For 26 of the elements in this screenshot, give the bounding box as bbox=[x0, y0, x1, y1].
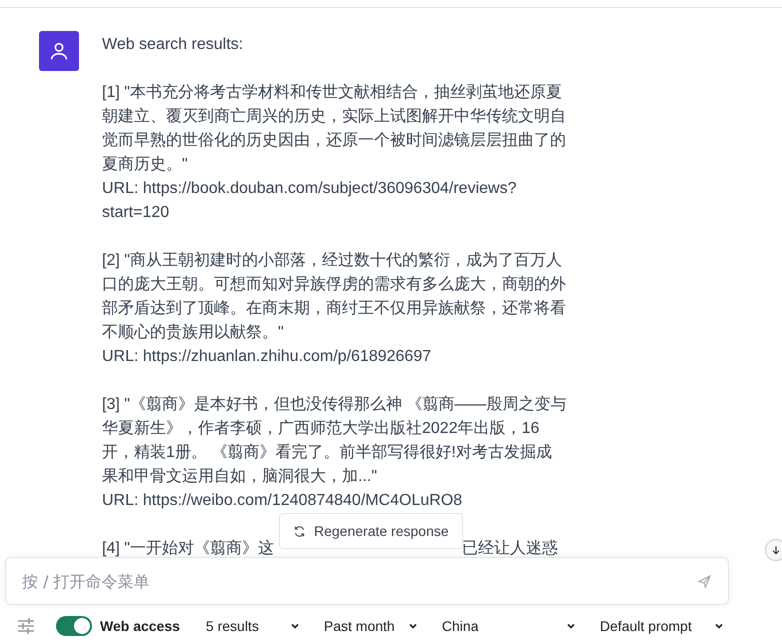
chevron-icon bbox=[408, 621, 418, 631]
dropdown[interactable]: China bbox=[442, 618, 582, 634]
result-quote: [2] "商从王朝初建时的小部落，经过数十代的繁衍，成为了百万人口的庞大王朝。可想而知对异族俘虏的需求有多么庞大，商朝的外部矛盾达到了顶峰。在商末期，商纣王不仅用异族献祭，还常将看不顺心的贵族用以献祭。" bbox=[102, 250, 567, 343]
scroll-down-button[interactable] bbox=[765, 539, 782, 561]
refresh-icon bbox=[293, 524, 306, 538]
web-access-label: Web access bbox=[100, 618, 180, 634]
result-quote: 已经让人迷惑 bbox=[462, 538, 559, 559]
result-url: URL: https://zhuanlan.zhihu.com/p/618926697 bbox=[102, 347, 432, 367]
chevron-icon bbox=[290, 621, 300, 631]
regenerate-button[interactable]: Regenerate response bbox=[279, 513, 463, 549]
web-access-toggle[interactable] bbox=[56, 616, 92, 636]
result-quote: [3] "《翦商》是本好书，但也没传得那么神 《翦商——殷周之变与华夏新生》，作者李硕，广西师范大学出版社2022年出版，16开，精装1册。 《翦商》看完了。前半部写得很好!对考古发掘成果和甲骨文运用自如，脑洞很大，加..." bbox=[102, 394, 567, 487]
chevron-icon bbox=[566, 621, 576, 631]
dropdown[interactable]: Default prompt bbox=[600, 618, 730, 634]
down-arrow-icon bbox=[770, 544, 782, 556]
user-icon bbox=[48, 40, 70, 62]
dropdown[interactable]: Past month bbox=[324, 618, 424, 634]
message-heading: Web search results: bbox=[102, 35, 244, 55]
dropdown[interactable]: 5 results bbox=[206, 618, 306, 634]
result-quote: [4] "一开始对《翦商》这 bbox=[102, 538, 275, 559]
result-quote: [1] "本书充分将考古学材料和传世文献相结合，抽丝剥茧地还原夏朝建立、覆灭到商亡周兴的历史，实际上试图解开中华传统文明自觉而早熟的世俗化的历史因由，还原一个被时间滤镜层层扭曲了的夏商历史。" bbox=[102, 82, 567, 175]
chevron-icon bbox=[714, 621, 724, 631]
result-url: URL: https://weibo.com/1240874840/MC4OLuRO8 bbox=[102, 491, 464, 511]
sliders-icon[interactable] bbox=[16, 616, 36, 636]
prompt-field[interactable]: 按 / 打开命令菜单 bbox=[5, 557, 729, 605]
result-url: URL: https://book.douban.com/subject/36096304/reviews?start=120 bbox=[102, 179, 518, 223]
